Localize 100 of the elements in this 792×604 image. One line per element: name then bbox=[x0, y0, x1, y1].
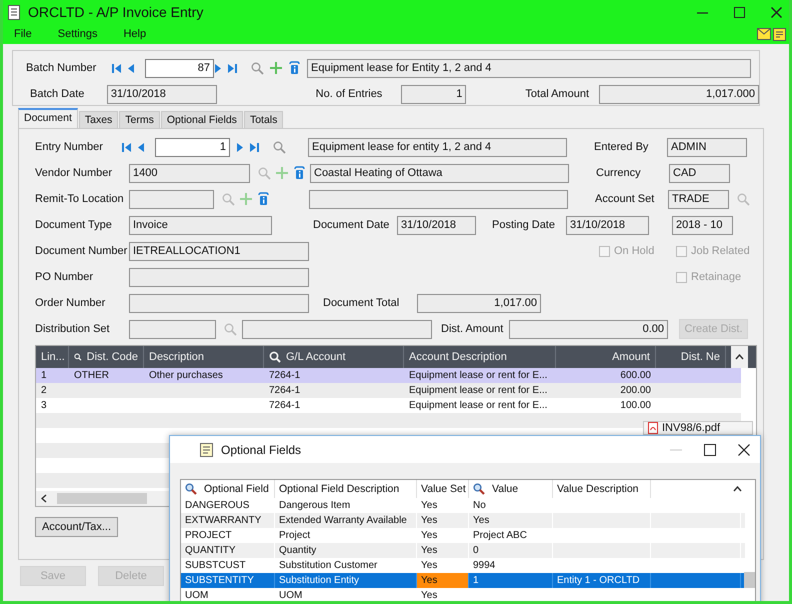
search-icon[interactable] bbox=[269, 351, 281, 363]
document-number-field[interactable]: IETREALLOCATION1 bbox=[129, 242, 309, 260]
table-row[interactable]: 2 7264-1 Equipment lease or rent for E... 200.00 bbox=[36, 383, 741, 398]
table-cell: Yes bbox=[417, 588, 469, 601]
document-icon bbox=[8, 4, 20, 20]
entered-by-field[interactable]: ADMIN bbox=[667, 138, 747, 156]
form-icon bbox=[200, 442, 213, 456]
envelope-icon[interactable] bbox=[757, 28, 771, 40]
batch-date-field[interactable]: 31/10/2018 bbox=[106, 84, 217, 104]
total-amount-field[interactable]: 1,017.000 bbox=[599, 84, 759, 104]
scroll-up-icon[interactable] bbox=[733, 486, 742, 492]
menu-item[interactable]: Help bbox=[123, 28, 146, 40]
batch-number-field[interactable]: 87 bbox=[145, 58, 214, 78]
field-label: Entry Number bbox=[35, 141, 104, 153]
field-label: No. of Entries bbox=[316, 88, 384, 100]
close-icon[interactable] bbox=[771, 6, 782, 18]
field-label: Remit-To Location bbox=[35, 193, 125, 205]
vendor-number-field[interactable]: 1400 bbox=[129, 164, 250, 182]
tab[interactable]: Document bbox=[18, 108, 78, 128]
maximize-icon[interactable] bbox=[734, 6, 745, 18]
entries-field[interactable]: 1 bbox=[400, 84, 466, 104]
scroll-left-icon[interactable] bbox=[41, 494, 47, 503]
field-label: Dist. Amount bbox=[441, 323, 504, 335]
last-record-icon[interactable] bbox=[227, 62, 237, 74]
previous-record-icon[interactable] bbox=[127, 62, 135, 74]
first-record-icon[interactable] bbox=[112, 62, 122, 74]
attachment-chip[interactable]: INV98/6.pdf bbox=[643, 421, 753, 435]
table-cell-text: Other purchases bbox=[148, 369, 224, 383]
field-label: Batch Number bbox=[26, 62, 98, 74]
scrollbar-thumb[interactable] bbox=[744, 572, 755, 588]
close-icon[interactable] bbox=[738, 444, 750, 456]
document-date-field[interactable]: 31/10/2018 bbox=[397, 216, 476, 234]
field-label: Entered By bbox=[594, 141, 650, 153]
batch-description-field[interactable]: Equipment lease for Entity 1, 2 and 4 bbox=[307, 58, 751, 78]
table-row[interactable]: 1 OTHER Other purchases 7264-1 Equipment lease or rent for E... 600.00 bbox=[36, 368, 741, 383]
table-cell-text: 2 bbox=[40, 384, 48, 398]
next-record-icon[interactable] bbox=[236, 142, 244, 152]
search-icon[interactable] bbox=[473, 483, 485, 495]
field-label: Batch Date bbox=[30, 88, 86, 100]
first-record-icon[interactable] bbox=[122, 142, 132, 152]
account-set-field[interactable]: TRADE bbox=[668, 190, 729, 208]
field-label: Document Total bbox=[323, 297, 400, 309]
field-label: PO Number bbox=[35, 271, 94, 283]
entry-description-field[interactable]: Equipment lease for entity 1, 2 and 4 bbox=[308, 138, 567, 156]
table-cell-text: 7264-1 bbox=[268, 384, 302, 398]
maximize-icon[interactable] bbox=[704, 444, 716, 456]
entry-number-field[interactable]: 1 bbox=[155, 138, 230, 156]
order-number-field[interactable] bbox=[129, 294, 309, 312]
table-row[interactable]: SUBSTENTITY Substitution Entity Yes 1 Entity 1 - ORCLTD bbox=[181, 573, 745, 588]
table-cell-text: 7264-1 bbox=[268, 369, 302, 383]
scrollbar-thumb[interactable] bbox=[57, 493, 147, 504]
dist-amount-field[interactable]: 0.00 bbox=[509, 320, 668, 338]
table-cell-text: 600.00 bbox=[619, 369, 652, 383]
table-cell-text: Equipment lease or rent for E... bbox=[408, 399, 548, 413]
add-icon[interactable] bbox=[270, 62, 282, 74]
distribution-description-field[interactable] bbox=[242, 320, 432, 338]
posting-date-field[interactable]: 31/10/2018 bbox=[566, 216, 649, 234]
field-label: Document Date bbox=[313, 219, 390, 231]
info-icon[interactable] bbox=[289, 61, 300, 75]
table-cell-text: 1 bbox=[40, 369, 48, 383]
menu-item[interactable]: Settings bbox=[58, 28, 98, 40]
note-icon[interactable] bbox=[773, 28, 786, 40]
remit-to-field[interactable] bbox=[129, 190, 214, 208]
table-row[interactable]: QUANTITY Quantity Yes 0 bbox=[181, 543, 745, 558]
tab[interactable]: Optional Fields bbox=[160, 111, 243, 128]
account-tax-button[interactable]: Account/Tax... bbox=[35, 517, 118, 537]
vendor-name-field[interactable]: Coastal Heating of Ottawa bbox=[310, 164, 569, 182]
search-icon[interactable] bbox=[185, 483, 197, 495]
table-cell-text: 3 bbox=[40, 399, 48, 413]
field-label: Total Amount bbox=[525, 88, 590, 100]
scroll-up-icon[interactable] bbox=[731, 346, 748, 368]
pdf-file-icon bbox=[648, 422, 658, 434]
distribution-set-field[interactable] bbox=[129, 320, 216, 338]
search-icon[interactable] bbox=[74, 351, 82, 363]
fiscal-period-field[interactable]: 2018 - 10 bbox=[672, 216, 733, 234]
remit-to-description-field[interactable] bbox=[309, 190, 568, 208]
last-record-icon[interactable] bbox=[249, 142, 259, 152]
table-cell: Yes bbox=[417, 573, 469, 588]
po-number-field[interactable] bbox=[129, 268, 309, 286]
table-row[interactable]: EXTWARRANTY Extended Warranty Available Yes Yes bbox=[181, 513, 745, 528]
table-cell: UOM bbox=[275, 588, 417, 601]
document-total-field[interactable]: 1,017.00 bbox=[417, 294, 541, 312]
field-label: Currency bbox=[596, 167, 642, 179]
info-icon[interactable] bbox=[294, 166, 305, 180]
field-label: Account Set bbox=[595, 193, 656, 205]
dialog-title: Optional Fields bbox=[221, 442, 302, 456]
tab[interactable]: Taxes bbox=[78, 111, 118, 128]
document-type-field[interactable]: Invoice bbox=[129, 216, 272, 234]
info-icon[interactable] bbox=[258, 192, 269, 206]
field-label: Order Number bbox=[35, 297, 106, 309]
field-label: Document Number bbox=[35, 245, 128, 257]
tab[interactable]: Totals bbox=[244, 111, 284, 128]
table-cell: UOM bbox=[181, 588, 275, 601]
field-label: Posting Date bbox=[492, 219, 556, 231]
currency-field[interactable]: CAD bbox=[669, 164, 730, 182]
window-title: ORCLTD - A/P Invoice Entry bbox=[28, 4, 204, 20]
menu-item[interactable]: File bbox=[14, 28, 32, 40]
previous-record-icon[interactable] bbox=[137, 142, 145, 152]
field-label: Vendor Number bbox=[35, 167, 114, 179]
tab[interactable]: Terms bbox=[119, 111, 160, 128]
